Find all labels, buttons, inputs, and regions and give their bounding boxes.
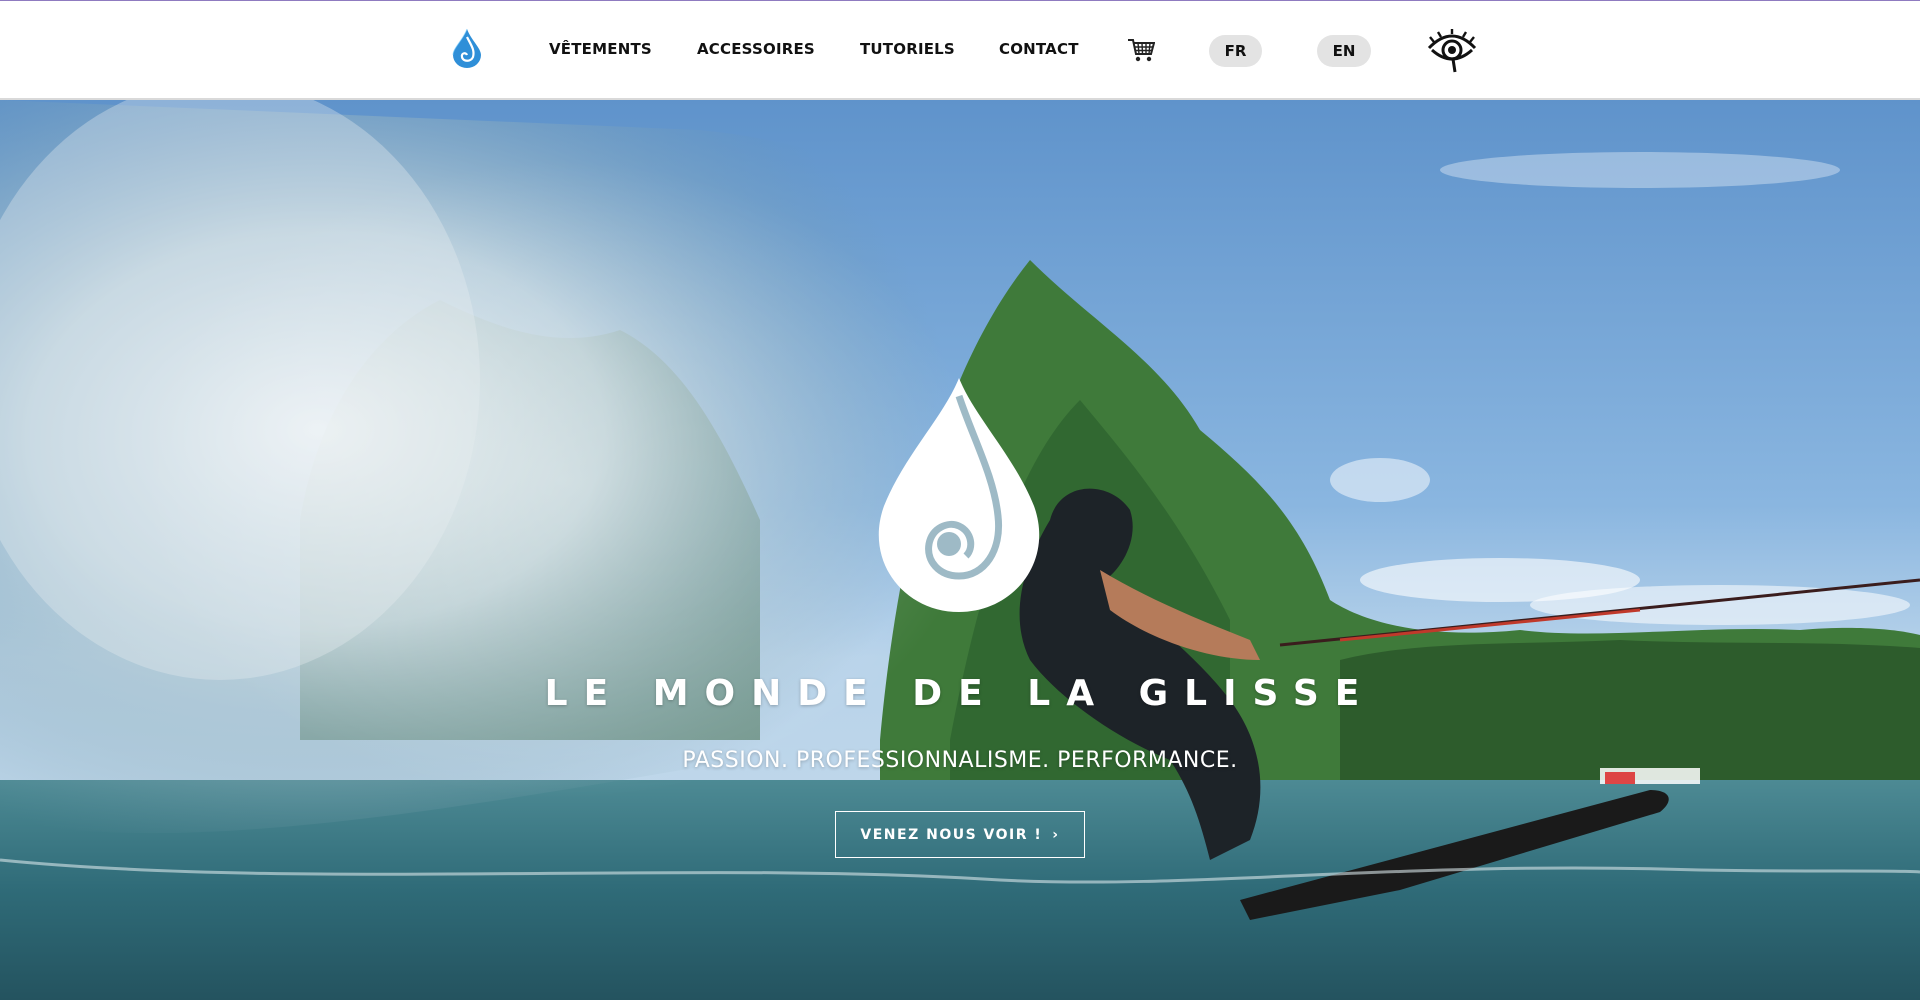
- nav-link-accessoires[interactable]: ACCESSOIRES: [697, 40, 815, 58]
- chevron-right-icon: ›: [1052, 826, 1060, 843]
- language-en-button[interactable]: EN: [1317, 35, 1371, 67]
- shopping-cart-icon[interactable]: [1127, 37, 1155, 63]
- nav-link-vetements[interactable]: VÊTEMENTS: [549, 40, 652, 58]
- water-drop-logo-icon: [878, 378, 1040, 612]
- cta-button[interactable]: VENEZ NOUS VOIR ! ›: [835, 811, 1085, 858]
- eye-icon[interactable]: [1426, 28, 1478, 74]
- cta-label: VENEZ NOUS VOIR !: [860, 826, 1043, 843]
- nav-link-tutoriels[interactable]: TUTORIELS: [860, 40, 955, 58]
- site-header: VÊTEMENTS ACCESSOIRES TUTORIELS CONTACT …: [0, 1, 1920, 100]
- hero-subtitle: PASSION. PROFESSIONNALISME. PERFORMANCE.: [682, 748, 1238, 773]
- hero-section: LE MONDE DE LA GLISSE PASSION. PROFESSIO…: [0, 100, 1920, 1000]
- water-drop-logo-icon[interactable]: [451, 28, 483, 68]
- hero-title: LE MONDE DE LA GLISSE: [544, 673, 1376, 714]
- language-fr-button[interactable]: FR: [1209, 35, 1262, 67]
- nav-link-contact[interactable]: CONTACT: [999, 40, 1079, 58]
